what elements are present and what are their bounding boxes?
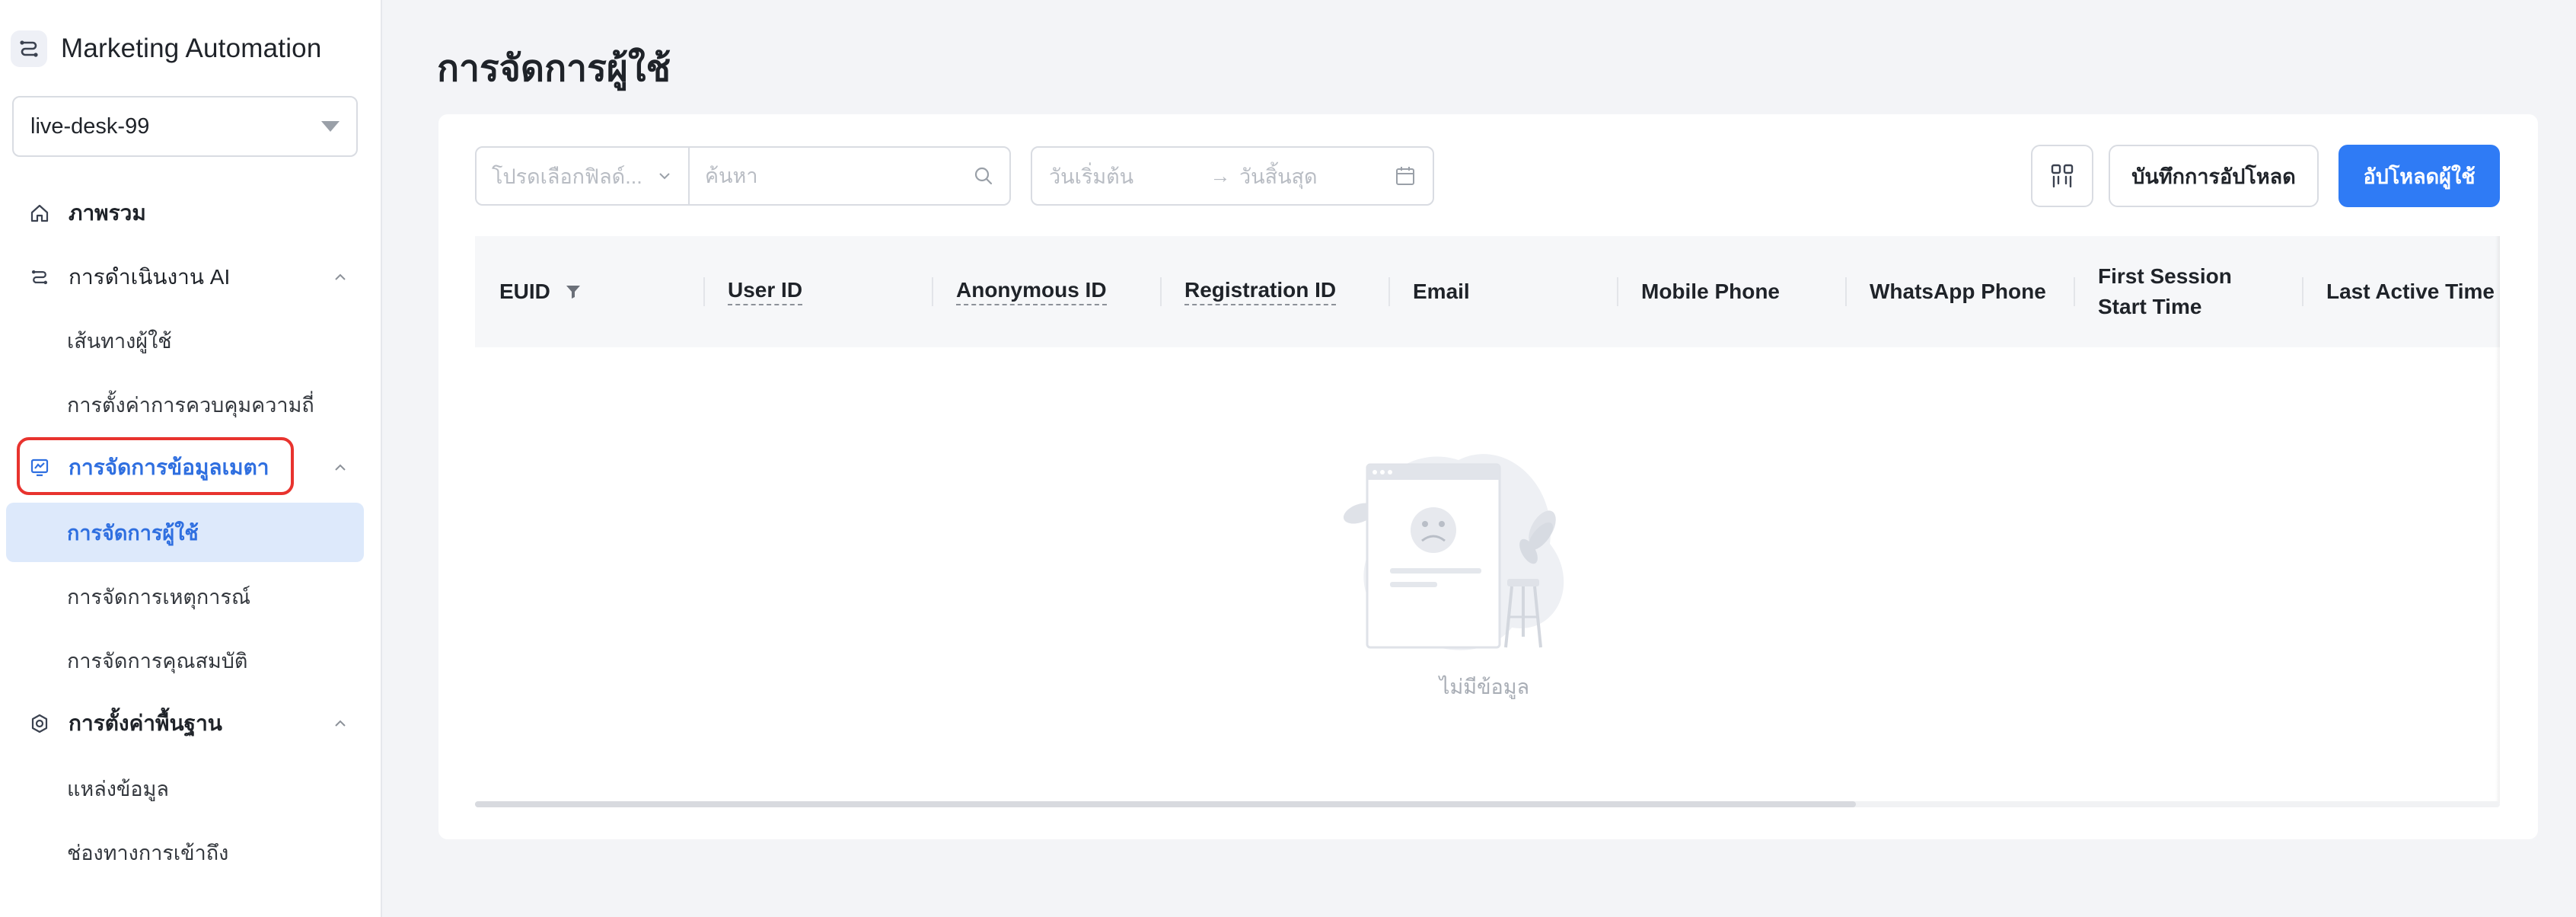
- chart-board-icon: [29, 457, 50, 478]
- column-divider: [1160, 277, 1162, 306]
- nav-item-user-management-label: การจัดการผู้ใช้: [67, 521, 199, 545]
- chevron-up-icon[interactable]: [332, 459, 349, 476]
- nav-item-user-journey-label: เส้นทางผู้ใช้: [67, 329, 172, 353]
- nav-item-overview[interactable]: ภาพรวม: [0, 186, 381, 241]
- column-divider: [932, 277, 933, 306]
- calendar-icon: [1396, 167, 1414, 185]
- column-header-last-active-time-label: Last Active Time: [2326, 280, 2495, 303]
- nav-item-overview-label: ภาพรวม: [69, 201, 146, 225]
- column-divider: [1845, 277, 1847, 306]
- page-title: การจัดการผู้ใช้: [437, 49, 671, 89]
- field-select-placeholder: โปรดเลือกฟิลด์...: [492, 165, 642, 188]
- column-header-email[interactable]: Email: [1388, 236, 1617, 347]
- column-settings-icon: [2051, 164, 2074, 188]
- column-divider: [2074, 277, 2075, 306]
- field-select[interactable]: โปรดเลือกฟิลด์...: [475, 146, 690, 206]
- horizontal-scrollbar[interactable]: [475, 801, 2500, 807]
- chevron-up-icon[interactable]: [332, 269, 349, 286]
- nav-group-basic-settings[interactable]: การตั้งค่าพื้นฐาน: [0, 696, 381, 751]
- sidebar: Marketing Automation live-desk-99 ภาพรวม…: [0, 0, 382, 917]
- app-logo-icon: [11, 30, 47, 67]
- upload-history-button[interactable]: บันทึกการอัปโหลด: [2109, 145, 2319, 207]
- nav-item-access-channel-label: ช่องทางการเข้าถึง: [67, 841, 229, 864]
- tenant-select[interactable]: live-desk-99: [12, 96, 358, 157]
- column-header-first-session-line2: Start Time: [2098, 295, 2202, 318]
- column-header-first-session-label: First Session Start Time: [2098, 261, 2232, 322]
- app-title: Marketing Automation: [61, 34, 322, 63]
- nav-item-event-management[interactable]: การจัดการเหตุการณ์: [6, 567, 364, 626]
- column-header-user-id-label: User ID: [728, 278, 803, 305]
- column-header-last-active-time[interactable]: Last Active Time: [2302, 236, 2500, 347]
- nav-item-user-management[interactable]: การจัดการผู้ใช้: [6, 503, 364, 562]
- column-header-registration-id[interactable]: Registration ID: [1160, 236, 1388, 347]
- column-header-email-label: Email: [1413, 280, 1470, 303]
- nav-group-metadata-label: การจัดการข้อมูลเมตา: [69, 455, 269, 479]
- nav-item-data-source[interactable]: แหล่งข้อมูล: [6, 759, 364, 818]
- nav-group-ai-ops-label: การดำเนินงาน AI: [69, 265, 231, 289]
- nav-item-property-management[interactable]: การจัดการคุณสมบัติ: [6, 631, 364, 690]
- horizontal-scrollbar-thumb[interactable]: [475, 801, 1856, 807]
- chevron-up-icon[interactable]: [332, 715, 349, 732]
- flow-icon: [29, 267, 50, 288]
- nav-group-metadata[interactable]: การจัดการข้อมูลเมตา: [0, 440, 381, 495]
- brand: Marketing Automation: [11, 30, 322, 67]
- column-header-anonymous-id[interactable]: Anonymous ID: [932, 236, 1160, 347]
- nav-item-frequency-control[interactable]: การตั้งค่าการควบคุมความถี่: [6, 375, 364, 434]
- column-header-mobile-phone-label: Mobile Phone: [1641, 280, 1780, 303]
- home-icon: [29, 203, 50, 224]
- nav-item-data-source-label: แหล่งข้อมูล: [67, 777, 169, 800]
- search-box: [688, 146, 1011, 206]
- caret-down-icon: [321, 121, 340, 132]
- search-icon[interactable]: [973, 165, 994, 187]
- date-range-picker[interactable]: วันเริ่มต้น → วันสิ้นสุด: [1031, 146, 1434, 206]
- column-divider: [703, 277, 705, 306]
- column-header-mobile-phone[interactable]: Mobile Phone: [1617, 236, 1845, 347]
- chevron-down-icon: [659, 173, 670, 180]
- table-fixed-edge-shadow: [2495, 236, 2500, 803]
- column-header-first-session-line1: First Session: [2098, 264, 2232, 288]
- empty-state-illustration: [1329, 437, 1588, 666]
- gear-icon: [29, 713, 50, 734]
- column-header-first-session-start-time[interactable]: First Session Start Time: [2074, 236, 2302, 347]
- column-header-user-id[interactable]: User ID: [703, 236, 932, 347]
- nav-item-access-channel[interactable]: ช่องทางการเข้าถึง: [6, 823, 364, 882]
- arrow-right-icon: →: [1210, 164, 1231, 187]
- column-header-registration-id-label: Registration ID: [1184, 278, 1337, 305]
- column-divider: [2302, 277, 2303, 306]
- content-card: โปรดเลือกฟิลด์... วันเริ่มต้น → วันสิ้นส…: [438, 114, 2538, 839]
- date-end-placeholder: วันสิ้นสุด: [1239, 165, 1318, 188]
- filter-icon[interactable]: [564, 283, 582, 301]
- nav-item-frequency-control-label: การตั้งค่าการควบคุมความถี่: [67, 393, 314, 417]
- column-header-euid-label: EUID: [499, 280, 550, 303]
- date-start-placeholder: วันเริ่มต้น: [1049, 165, 1134, 188]
- column-divider: [1388, 277, 1390, 306]
- nav-item-user-journey[interactable]: เส้นทางผู้ใช้: [6, 311, 364, 370]
- nav-group-ai-ops[interactable]: การดำเนินงาน AI: [0, 250, 381, 305]
- empty-document-icon: [1343, 454, 1564, 650]
- nav-group-basic-settings-label: การตั้งค่าพื้นฐาน: [69, 711, 222, 735]
- tenant-select-value: live-desk-99: [30, 113, 150, 139]
- nav-item-property-management-label: การจัดการคุณสมบัติ: [67, 649, 248, 673]
- nav-item-event-management-label: การจัดการเหตุการณ์: [67, 585, 250, 609]
- column-divider: [1617, 277, 1618, 306]
- upload-users-button[interactable]: อัปโหลดผู้ใช้: [2338, 145, 2500, 207]
- search-input[interactable]: [705, 164, 948, 188]
- table-header: EUID User ID Anonymous ID Registration I…: [475, 236, 2500, 347]
- column-header-whatsapp-phone-label: WhatsApp Phone: [1870, 280, 2046, 303]
- column-header-whatsapp-phone[interactable]: WhatsApp Phone: [1845, 236, 2074, 347]
- empty-state-text: ไม่มีข้อมูล: [1439, 676, 1530, 698]
- column-header-anonymous-id-label: Anonymous ID: [956, 278, 1107, 305]
- column-header-euid[interactable]: EUID: [475, 236, 703, 347]
- column-settings-button[interactable]: [2031, 145, 2093, 207]
